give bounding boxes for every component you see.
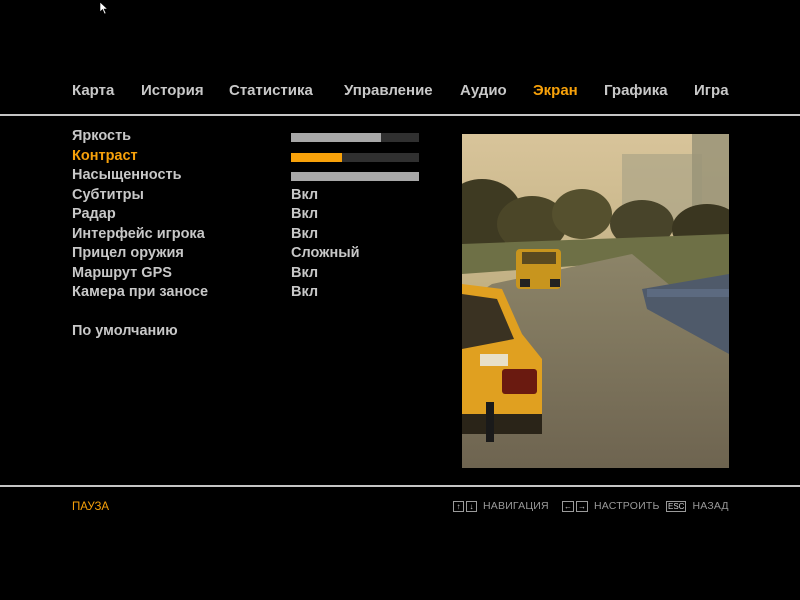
slider-fill [291, 152, 343, 162]
setting-subtitles[interactable]: Субтитры Вкл [72, 187, 432, 206]
esc-key-icon: ESC [666, 500, 687, 512]
display-preview-image [462, 134, 729, 468]
setting-brightness[interactable]: Яркость [72, 128, 432, 147]
setting-player-hud[interactable]: Интерфейс игрока Вкл [72, 226, 432, 245]
setting-label: Контраст [72, 147, 138, 164]
setting-drift-camera[interactable]: Камера при заносе Вкл [72, 284, 432, 303]
setting-saturation[interactable]: Насыщенность [72, 167, 432, 186]
navigate-label: НАВИГАЦИЯ [483, 500, 549, 513]
setting-label: Насыщенность [72, 167, 182, 183]
tab-display[interactable]: Экран [533, 82, 578, 99]
adjust-hint: ← → НАСТРОИТЬ [562, 500, 660, 514]
tab-statistics[interactable]: Статистика [229, 82, 313, 99]
arrow-down-key-icon: ↓ [466, 500, 477, 512]
setting-label: Яркость [72, 128, 132, 144]
street-scene-illustration [462, 134, 729, 468]
setting-gps-route[interactable]: Маршрут GPS Вкл [72, 265, 432, 284]
back-label: НАЗАД [692, 500, 729, 513]
setting-label: Камера при заносе [72, 284, 209, 300]
slider-fill [291, 172, 419, 181]
setting-value: Вкл [291, 264, 319, 281]
setting-value: Вкл [291, 225, 319, 242]
slider-fill [291, 133, 381, 142]
defaults-label: По умолчанию [72, 323, 178, 339]
setting-value: Вкл [291, 206, 319, 222]
tab-history[interactable]: История [141, 82, 204, 99]
setting-label: Маршрут GPS [72, 264, 172, 281]
tab-audio[interactable]: Аудио [460, 82, 507, 99]
setting-contrast[interactable]: Контраст [72, 148, 432, 167]
setting-label: Интерфейс игрока [72, 225, 205, 242]
bottom-divider [0, 485, 800, 487]
arrow-right-key-icon: → [576, 500, 588, 512]
adjust-label: НАСТРОИТЬ [594, 500, 660, 513]
setting-value: Сложный [291, 245, 360, 261]
setting-label: Субтитры [72, 186, 144, 203]
back-hint[interactable]: ESC НАЗАД [666, 500, 729, 514]
setting-weapon-target[interactable]: Прицел оружия Сложный [72, 245, 432, 264]
tab-graphics[interactable]: Графика [604, 82, 668, 99]
navigate-hint: ↑ ↓ НАВИГАЦИЯ [453, 500, 549, 514]
arrow-up-key-icon: ↑ [453, 500, 464, 512]
setting-radar[interactable]: Радар Вкл [72, 206, 432, 225]
contrast-slider[interactable] [291, 152, 419, 162]
mouse-cursor-icon [99, 1, 109, 15]
restore-defaults-button[interactable]: По умолчанию [72, 323, 432, 342]
setting-label: Прицел оружия [72, 245, 184, 261]
setting-value: Вкл [291, 186, 319, 203]
tab-controls[interactable]: Управление [344, 82, 433, 99]
pause-label: ПАУЗА [72, 501, 110, 513]
saturation-slider[interactable] [291, 172, 419, 181]
brightness-slider[interactable] [291, 133, 419, 142]
setting-value: Вкл [291, 284, 319, 300]
tab-map[interactable]: Карта [72, 82, 114, 99]
tab-game[interactable]: Игра [694, 82, 729, 99]
arrow-left-key-icon: ← [562, 500, 574, 512]
top-divider [0, 114, 800, 116]
setting-label: Радар [72, 206, 116, 222]
